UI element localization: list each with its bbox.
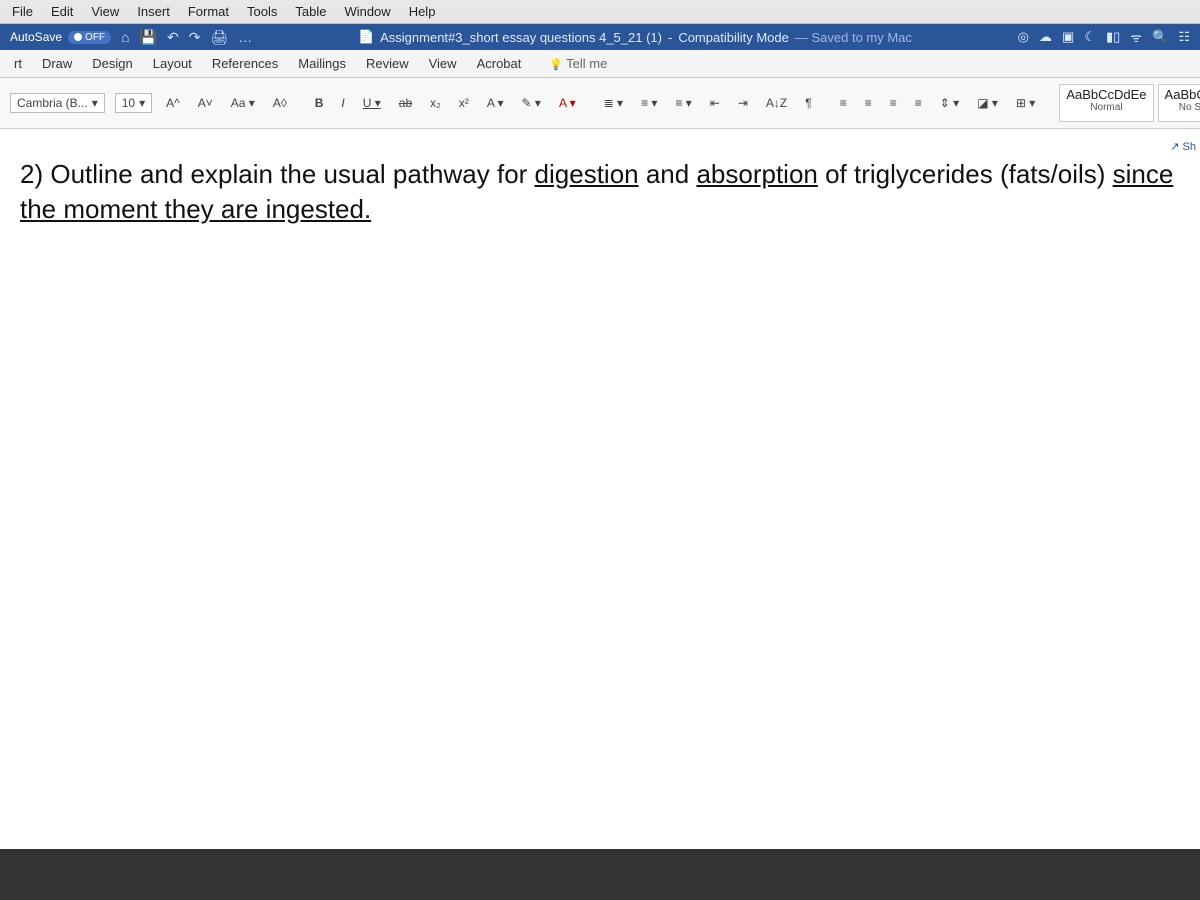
style-no-spacing[interactable]: AaBbCcDdEeNo Spacing <box>1158 84 1200 122</box>
strike-button[interactable]: ab <box>395 94 416 112</box>
sync-icon[interactable]: ◎ <box>1018 29 1029 45</box>
multilevel-button[interactable]: ≡ ▾ <box>671 94 695 112</box>
tab-home-cut[interactable]: rt <box>14 56 22 71</box>
cloud-icon[interactable]: ☁ <box>1039 29 1052 45</box>
autosave-toggle[interactable]: AutoSave OFF <box>10 30 111 44</box>
menu-table[interactable]: Table <box>295 4 326 19</box>
text-effects-button[interactable]: A ▾ <box>483 94 508 112</box>
doc-mode: Compatibility Mode <box>678 30 789 45</box>
document-page[interactable]: 2) Outline and explain the usual pathway… <box>0 129 1200 849</box>
doc-saved: — Saved to my Mac <box>795 30 912 45</box>
print-icon[interactable]: 🖨 <box>210 29 228 46</box>
menu-tools[interactable]: Tools <box>247 4 277 19</box>
align-center-button[interactable]: ≡ <box>861 94 876 112</box>
bullets-button[interactable]: ≣ ▾ <box>600 94 627 112</box>
menu-view[interactable]: View <box>91 4 119 19</box>
wifi-icon[interactable]: ᯤ <box>1130 28 1142 46</box>
question-2: 2) Outline and explain the usual pathway… <box>20 157 1176 227</box>
styles-gallery[interactable]: AaBbCcDdEeNormal AaBbCcDdEeNo Spacing Aa… <box>1059 84 1200 122</box>
bold-button[interactable]: B <box>311 94 328 112</box>
align-right-button[interactable]: ≡ <box>886 94 901 112</box>
shrink-font-button[interactable]: A˅ <box>194 94 217 112</box>
menu-window[interactable]: Window <box>344 4 390 19</box>
font-size-combo[interactable]: 10 ▾ <box>115 93 152 113</box>
more-icon[interactable]: … <box>238 29 252 45</box>
quick-access-toolbar: AutoSave OFF ⌂ 💾 ↶ ↷ 🖨 … 📄 Assignment#3_… <box>0 24 1200 50</box>
share-button[interactable]: ↗ Sh <box>1170 140 1196 153</box>
tab-draw[interactable]: Draw <box>42 56 72 71</box>
grow-font-button[interactable]: A^ <box>162 94 184 112</box>
rec-icon[interactable]: ▣ <box>1062 29 1074 45</box>
line-spacing-button[interactable]: ⇕ ▾ <box>936 94 963 112</box>
menu-file[interactable]: File <box>12 4 33 19</box>
control-icon[interactable]: ☷ <box>1178 29 1190 45</box>
borders-button[interactable]: ⊞ ▾ <box>1012 94 1039 112</box>
italic-button[interactable]: I <box>337 94 348 112</box>
doc-icon: 📄 <box>358 29 374 45</box>
battery-icon[interactable]: ▮▯ <box>1106 29 1120 45</box>
home-icon[interactable]: ⌂ <box>121 29 129 45</box>
subscript-button[interactable]: x₂ <box>426 94 445 112</box>
align-left-button[interactable]: ≡ <box>836 94 851 112</box>
doc-filename: Assignment#3_short essay questions 4_5_2… <box>380 30 662 45</box>
tab-layout[interactable]: Layout <box>153 56 192 71</box>
undo-icon[interactable]: ↶ <box>167 29 179 46</box>
title-bar: 📄 Assignment#3_short essay questions 4_5… <box>262 29 1007 45</box>
autosave-state: OFF <box>68 31 111 44</box>
redo-icon[interactable]: ↷ <box>189 29 201 46</box>
tab-design[interactable]: Design <box>92 56 132 71</box>
style-normal[interactable]: AaBbCcDdEeNormal <box>1059 84 1153 122</box>
highlight-button[interactable]: ✎ ▾ <box>518 94 545 112</box>
tab-review[interactable]: Review <box>366 56 409 71</box>
sort-button[interactable]: A↓Z <box>762 94 791 112</box>
tell-me-search[interactable]: Tell me <box>549 56 607 71</box>
numbering-button[interactable]: ≡ ▾ <box>637 94 661 112</box>
menu-edit[interactable]: Edit <box>51 4 73 19</box>
menu-help[interactable]: Help <box>409 4 436 19</box>
tab-mailings[interactable]: Mailings <box>298 56 346 71</box>
mac-menubar: File Edit View Insert Format Tools Table… <box>0 0 1200 24</box>
menu-insert[interactable]: Insert <box>137 4 170 19</box>
font-color-button[interactable]: A ▾ <box>555 94 580 112</box>
tab-view[interactable]: View <box>429 56 457 71</box>
doc-sep: - <box>668 30 672 45</box>
change-case-button[interactable]: Aa ▾ <box>227 94 259 112</box>
save-icon[interactable]: 💾 <box>140 29 157 46</box>
underline-button[interactable]: U ▾ <box>359 94 385 112</box>
superscript-button[interactable]: x² <box>455 94 473 112</box>
clear-format-button[interactable]: A◊ <box>269 94 291 112</box>
show-marks-button[interactable]: ¶ <box>801 94 815 112</box>
title-right: ◎ ☁ ▣ ☾ ▮▯ ᯤ 🔍 ☷ <box>1018 28 1190 46</box>
justify-button[interactable]: ≡ <box>911 94 926 112</box>
tab-references[interactable]: References <box>212 56 278 71</box>
decrease-indent-button[interactable]: ⇤ <box>706 94 724 112</box>
tab-acrobat[interactable]: Acrobat <box>477 56 522 71</box>
ribbon-tabs: rt Draw Design Layout References Mailing… <box>0 50 1200 78</box>
moon-icon[interactable]: ☾ <box>1084 29 1096 45</box>
font-name-combo[interactable]: Cambria (B... ▾ <box>10 93 105 113</box>
ribbon: Cambria (B... ▾ 10 ▾ A^ A˅ Aa ▾ A◊ B I U… <box>0 78 1200 129</box>
shading-button[interactable]: ◪ ▾ <box>973 94 1002 112</box>
autosave-label: AutoSave <box>10 30 62 44</box>
search-icon[interactable]: 🔍 <box>1152 29 1168 45</box>
menu-format[interactable]: Format <box>188 4 229 19</box>
increase-indent-button[interactable]: ⇥ <box>734 94 752 112</box>
